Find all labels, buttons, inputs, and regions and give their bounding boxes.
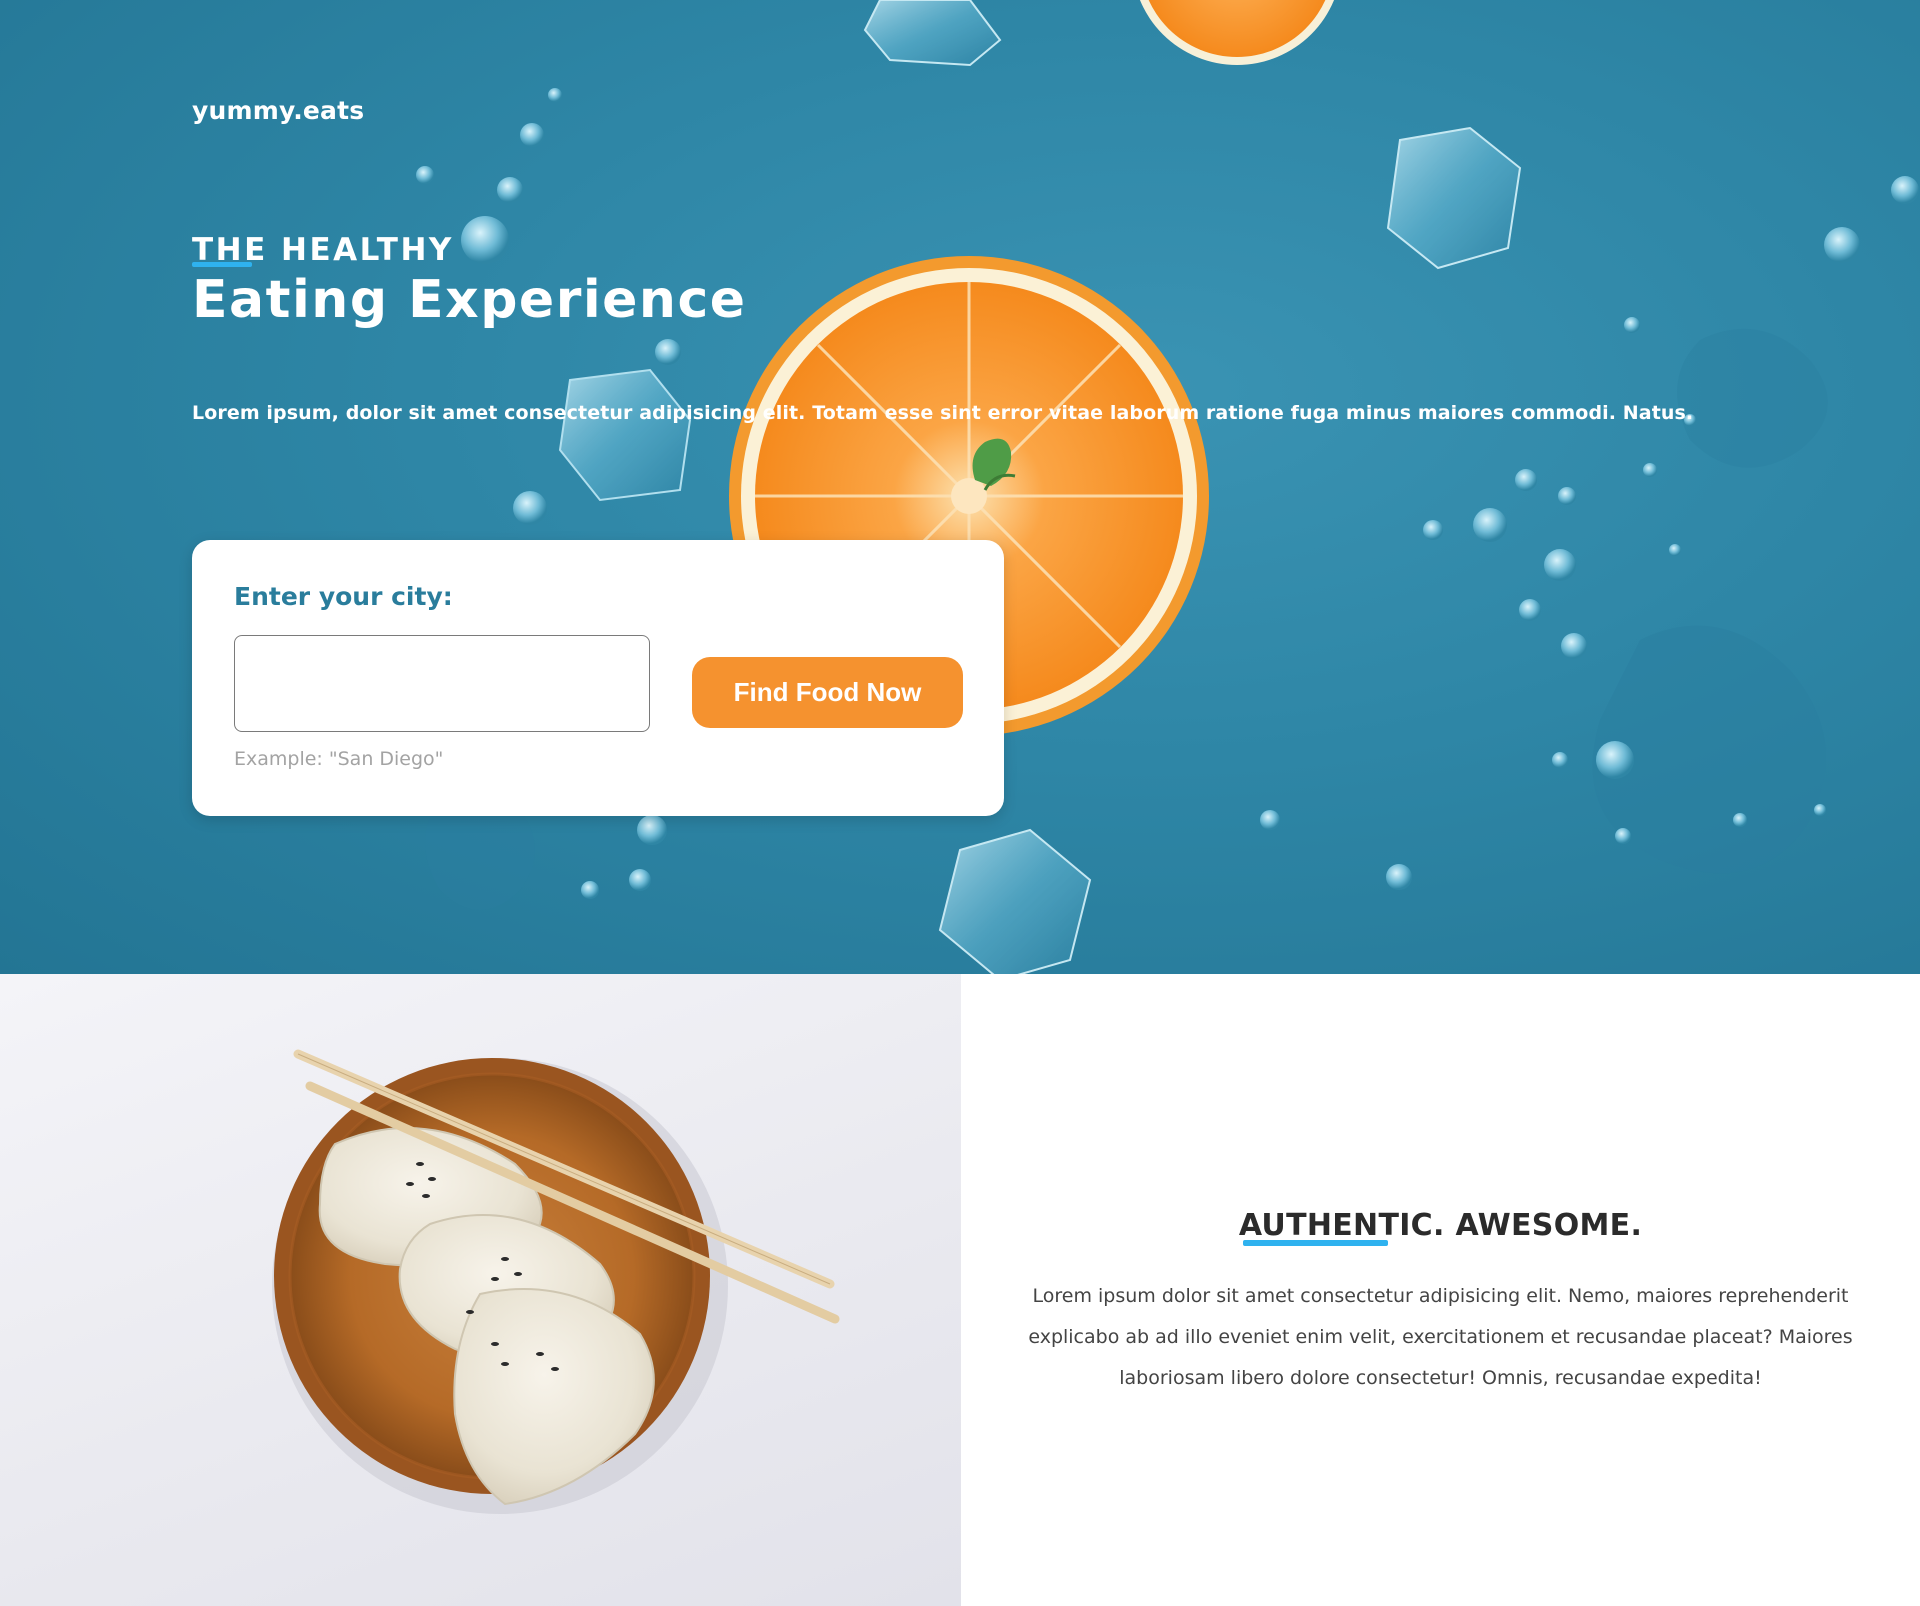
hero-background-image [416, 0, 1919, 974]
city-input-hint: Example: "San Diego" [234, 748, 444, 770]
brand-logo[interactable]: yummy.eats [192, 96, 364, 125]
city-input-label: Enter your city: [234, 582, 453, 611]
hero-section: yummy.eats THE HEALTHY Eating Experience… [0, 0, 1920, 974]
feature-title: AUTHENTIC. AWESOME. [1238, 1208, 1643, 1243]
hero-headline: Eating Experience [192, 270, 747, 330]
city-input[interactable] [234, 635, 650, 732]
eyebrow-underline-accent [192, 262, 252, 267]
city-search-card: Enter your city: Find Food Now Example: … [192, 540, 1004, 816]
dumplings-image [0, 974, 961, 1606]
feature-body-text: Lorem ipsum dolor sit amet consectetur a… [1028, 1285, 1853, 1389]
feature-title-wrap: AUTHENTIC. AWESOME. [961, 1208, 1920, 1243]
hero-lead-text: Lorem ipsum, dolor sit amet consectetur … [192, 402, 1694, 424]
find-food-now-button[interactable]: Find Food Now [692, 657, 963, 728]
feature-title-underline-accent [1243, 1240, 1388, 1246]
